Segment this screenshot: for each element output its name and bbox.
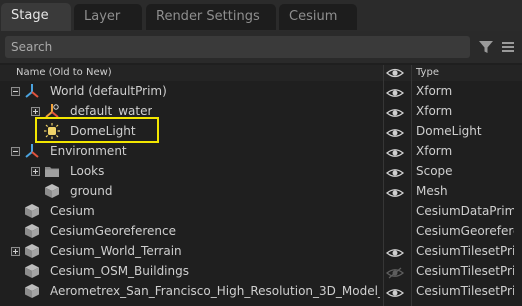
prim-name: ground (70, 184, 113, 198)
stage-tree: World (defaultPrim) Xform default_water Xfo… (0, 81, 522, 306)
expand-icon[interactable] (11, 247, 20, 256)
prim-type: Scope (416, 164, 453, 178)
eye-icon[interactable] (385, 145, 405, 157)
tab-cesium-label: Cesium (289, 9, 338, 24)
cube-icon (24, 243, 40, 259)
menu-icon[interactable] (500, 39, 516, 55)
prim-name: Cesium (50, 204, 95, 218)
prim-name: Cesium_OSM_Buildings (50, 264, 189, 278)
prim-type: Xform (416, 84, 453, 98)
column-name-header[interactable]: Name (Old to New) (16, 65, 112, 81)
tab-stage-label: Stage (11, 8, 49, 23)
prim-type: CesiumGeoreference (416, 224, 522, 238)
eye-hidden-icon[interactable] (385, 265, 405, 279)
cube-icon (24, 263, 40, 279)
prim-name: Aerometrex_San_Francisco_High_Resolution… (50, 284, 380, 298)
prim-name: default_water (70, 104, 153, 118)
tab-layer-label: Layer (84, 9, 121, 24)
prim-name: DomeLight (70, 124, 136, 138)
tree-row[interactable]: Aerometrex_San_Francisco_High_Resolution… (0, 281, 522, 301)
eye-icon[interactable] (386, 66, 404, 80)
tree-row[interactable]: Looks Scope (0, 161, 522, 181)
tab-bar: Stage Layer Render Settings Cesium (0, 0, 522, 31)
prim-name: CesiumGeoreference (50, 224, 176, 238)
xform-icon (24, 143, 40, 159)
eye-icon[interactable] (385, 125, 405, 137)
eye-icon[interactable] (385, 245, 405, 257)
eye-icon[interactable] (385, 185, 405, 197)
cube-icon (24, 283, 40, 299)
tree-row[interactable]: Cesium_OSM_Buildings CesiumTilesetPrim (0, 261, 522, 281)
expand-icon[interactable] (31, 107, 40, 116)
prim-name: Cesium_World_Terrain (50, 244, 182, 258)
eye-icon[interactable] (385, 285, 405, 297)
tree-row[interactable]: default_water Xform (0, 101, 522, 121)
tree-row[interactable]: DomeLight DomeLight (0, 121, 522, 141)
scrollbar[interactable] (514, 81, 522, 306)
collapse-icon[interactable] (11, 147, 20, 156)
mesh-icon (44, 183, 60, 199)
domelight-icon (44, 123, 60, 139)
tree-row[interactable]: Cesium_World_Terrain CesiumTilesetPrim (0, 241, 522, 261)
prim-type: Xform (416, 104, 453, 118)
filter-icon[interactable] (478, 39, 494, 55)
xform-ref-icon (44, 103, 60, 119)
tab-stage[interactable]: Stage (1, 3, 71, 31)
eye-icon[interactable] (385, 85, 405, 97)
prim-type: Xform (416, 144, 453, 158)
tab-render-settings[interactable]: Render Settings (146, 4, 276, 30)
tree-row[interactable]: World (defaultPrim) Xform (0, 81, 522, 101)
eye-icon[interactable] (385, 105, 405, 117)
tree-row[interactable]: Environment Xform (0, 141, 522, 161)
prim-name: Looks (70, 164, 105, 178)
tab-cesium[interactable]: Cesium (279, 4, 357, 30)
prim-type: CesiumTilesetPrim (416, 264, 522, 278)
column-header: Name (Old to New) Type (0, 65, 522, 81)
search-bar (0, 31, 522, 63)
column-type-header[interactable]: Type (416, 65, 439, 81)
prim-name: Environment (50, 144, 127, 158)
tree-row[interactable]: Cesium CesiumDataPrim (0, 201, 522, 221)
prim-name: World (defaultPrim) (50, 84, 167, 98)
prim-type: CesiumTilesetPrim (416, 244, 522, 258)
collapse-icon[interactable] (11, 87, 20, 96)
search-input[interactable] (5, 36, 470, 58)
tab-layer[interactable]: Layer (74, 4, 142, 30)
tree-row[interactable]: CesiumGeoreference CesiumGeoreference (0, 221, 522, 241)
folder-icon (44, 163, 60, 179)
tree-row[interactable]: ground Mesh (0, 181, 522, 201)
tab-render-settings-label: Render Settings (156, 9, 260, 24)
cube-icon (24, 203, 40, 219)
prim-type: CesiumDataPrim (416, 204, 517, 218)
prim-type: Mesh (416, 184, 448, 198)
eye-icon[interactable] (385, 165, 405, 177)
prim-type: DomeLight (416, 124, 482, 138)
prim-type: CesiumTilesetPrim (416, 284, 522, 298)
xform-icon (24, 83, 40, 99)
expand-icon[interactable] (31, 167, 40, 176)
cube-icon (24, 223, 40, 239)
